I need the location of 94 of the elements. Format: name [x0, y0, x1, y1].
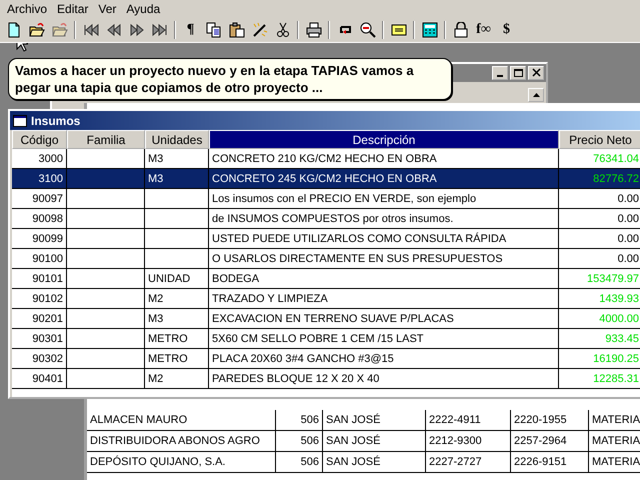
table-cell [145, 229, 209, 249]
table-cell: MATERIA [589, 410, 640, 430]
table-cell: 2212-9300 [426, 431, 511, 451]
table-cell: TRAZADO Y LIMPIEZA [209, 289, 559, 309]
table-cell: 506 [276, 452, 323, 472]
zoom-out-icon [360, 22, 376, 38]
scissors-icon [274, 22, 290, 38]
column-header[interactable]: Código [12, 130, 67, 149]
table-cell: 90301 [12, 329, 67, 349]
last-record-icon [152, 22, 168, 38]
table-cell: 3100 [12, 169, 67, 189]
table-cell: 5X60 CM SELLO POBRE 1 CEM /15 LAST [209, 329, 559, 349]
table-cell: UNIDAD [145, 269, 209, 289]
table-cell: BODEGA [209, 269, 559, 289]
printer-icon [306, 22, 322, 38]
table-cell: METRO [145, 349, 209, 369]
menu-item[interactable]: Editar [52, 2, 94, 16]
toolbar-button[interactable]: f∞ [472, 19, 495, 41]
copy-icon [206, 22, 222, 38]
table-cell: PAREDES BLOQUE 12 X 20 X 40 [209, 369, 559, 389]
table-cell: 90099 [12, 229, 67, 249]
table-cell: M2 [145, 289, 209, 309]
window-icon [13, 114, 27, 126]
paste-icon [228, 22, 244, 38]
toolbar-button[interactable]: $ [495, 19, 518, 41]
table-cell: 90102 [12, 289, 67, 309]
table-cell: 2227-2727 [426, 452, 511, 472]
calculator-icon [422, 22, 438, 38]
padlock-icon [452, 22, 468, 38]
window-title: Insumos [31, 114, 80, 128]
table-cell: 90401 [12, 369, 67, 389]
maximize-icon [512, 68, 524, 78]
table-cell: Los insumos con el PRECIO EN VERDE, son ejemplo [209, 189, 559, 209]
table-cell: EXCAVACION EN TERRENO SUAVE P/PLACAS [209, 309, 559, 329]
table-cell: CONCRETO 245 KG/CM2 HECHO EN OBRA [209, 169, 559, 189]
table-cell: USTED PUEDE UTILIZARLOS COMO CONSULTA RÁPIDA [209, 229, 559, 249]
table-cell: de INSUMOS COMPUESTOS por otros insumos. [209, 209, 559, 229]
table-cell: 90097 [12, 189, 67, 209]
table-cell: MATERIA [589, 431, 640, 451]
table-cell: 90098 [12, 209, 67, 229]
table-cell: MATERIA [589, 452, 640, 472]
table-cell: 90302 [12, 349, 67, 369]
table-cell: 506 [276, 431, 323, 451]
table-cell: 2222-4911 [426, 410, 511, 430]
column-header[interactable]: Unidades [145, 130, 209, 149]
table-cell: M3 [145, 309, 209, 329]
table-cell: DISTRIBUIDORA ABONOS AGRO [87, 431, 276, 451]
table-cell: 506 [276, 410, 323, 430]
menu-item[interactable]: Ayuda [121, 2, 166, 16]
column-header[interactable]: Precio Neto [559, 130, 640, 149]
table-cell: M2 [145, 369, 209, 389]
previous-record-icon [106, 22, 122, 38]
table-cell: ALMACEN MAURO [87, 410, 276, 430]
table-cell: SAN JOSÉ [323, 452, 426, 472]
open-folder-icon [28, 22, 44, 38]
table-cell: SAN JOSÉ [323, 410, 426, 430]
column-header[interactable]: Familia [67, 130, 145, 149]
table-cell: 90101 [12, 269, 67, 289]
table-cell: 2220-1955 [511, 410, 589, 430]
table-cell: 90201 [12, 309, 67, 329]
menu-item[interactable]: Archivo [2, 2, 52, 16]
maximize-button[interactable] [510, 66, 526, 80]
open-folder-icon [52, 22, 68, 38]
table-cell: 82776.72 [559, 169, 640, 189]
table-cell [145, 189, 209, 209]
table-cell: SAN JOSÉ [323, 431, 426, 451]
column-header[interactable]: Descripción [209, 130, 559, 149]
toolbar-button[interactable]: ¶ [179, 19, 202, 41]
first-record-icon [82, 22, 98, 38]
magic-wand-icon [252, 22, 268, 38]
minimize-button[interactable] [492, 66, 508, 80]
table-cell: PLACA 20X60 3#4 GANCHO #3@15 [209, 349, 559, 369]
tooltip: Vamos a hacer un proyecto nuevo y en la etapa TAPIAS vamos a pegar una tapia que copiamos de otro proyecto ... [8, 58, 452, 100]
new-document-icon [6, 22, 22, 38]
table-cell [145, 249, 209, 269]
table-cell: METRO [145, 329, 209, 349]
table-cell: 2226-9151 [511, 452, 589, 472]
table-cell: 3000 [12, 149, 67, 169]
table-cell: 2257-2964 [511, 431, 589, 451]
up-arrow-icon [532, 92, 540, 98]
note-icon [390, 22, 406, 38]
table-cell: M3 [145, 149, 209, 169]
menu-item[interactable]: Ver [93, 2, 122, 16]
table-cell: O USARLOS DIRECTAMENTE EN SUS PRESUPUESTOS [209, 249, 559, 269]
table-cell: M3 [145, 169, 209, 189]
table-cell: CONCRETO 210 KG/CM2 HECHO EN OBRA [209, 149, 559, 169]
table-cell [145, 209, 209, 229]
minimize-icon [497, 75, 503, 77]
close-icon [530, 68, 542, 78]
table-cell: 90100 [12, 249, 67, 269]
scroll-up-button[interactable] [528, 88, 544, 102]
table-cell: DEPÓSITO QUIJANO, S.A. [87, 452, 276, 472]
close-button[interactable] [528, 66, 544, 80]
next-record-icon [128, 22, 144, 38]
